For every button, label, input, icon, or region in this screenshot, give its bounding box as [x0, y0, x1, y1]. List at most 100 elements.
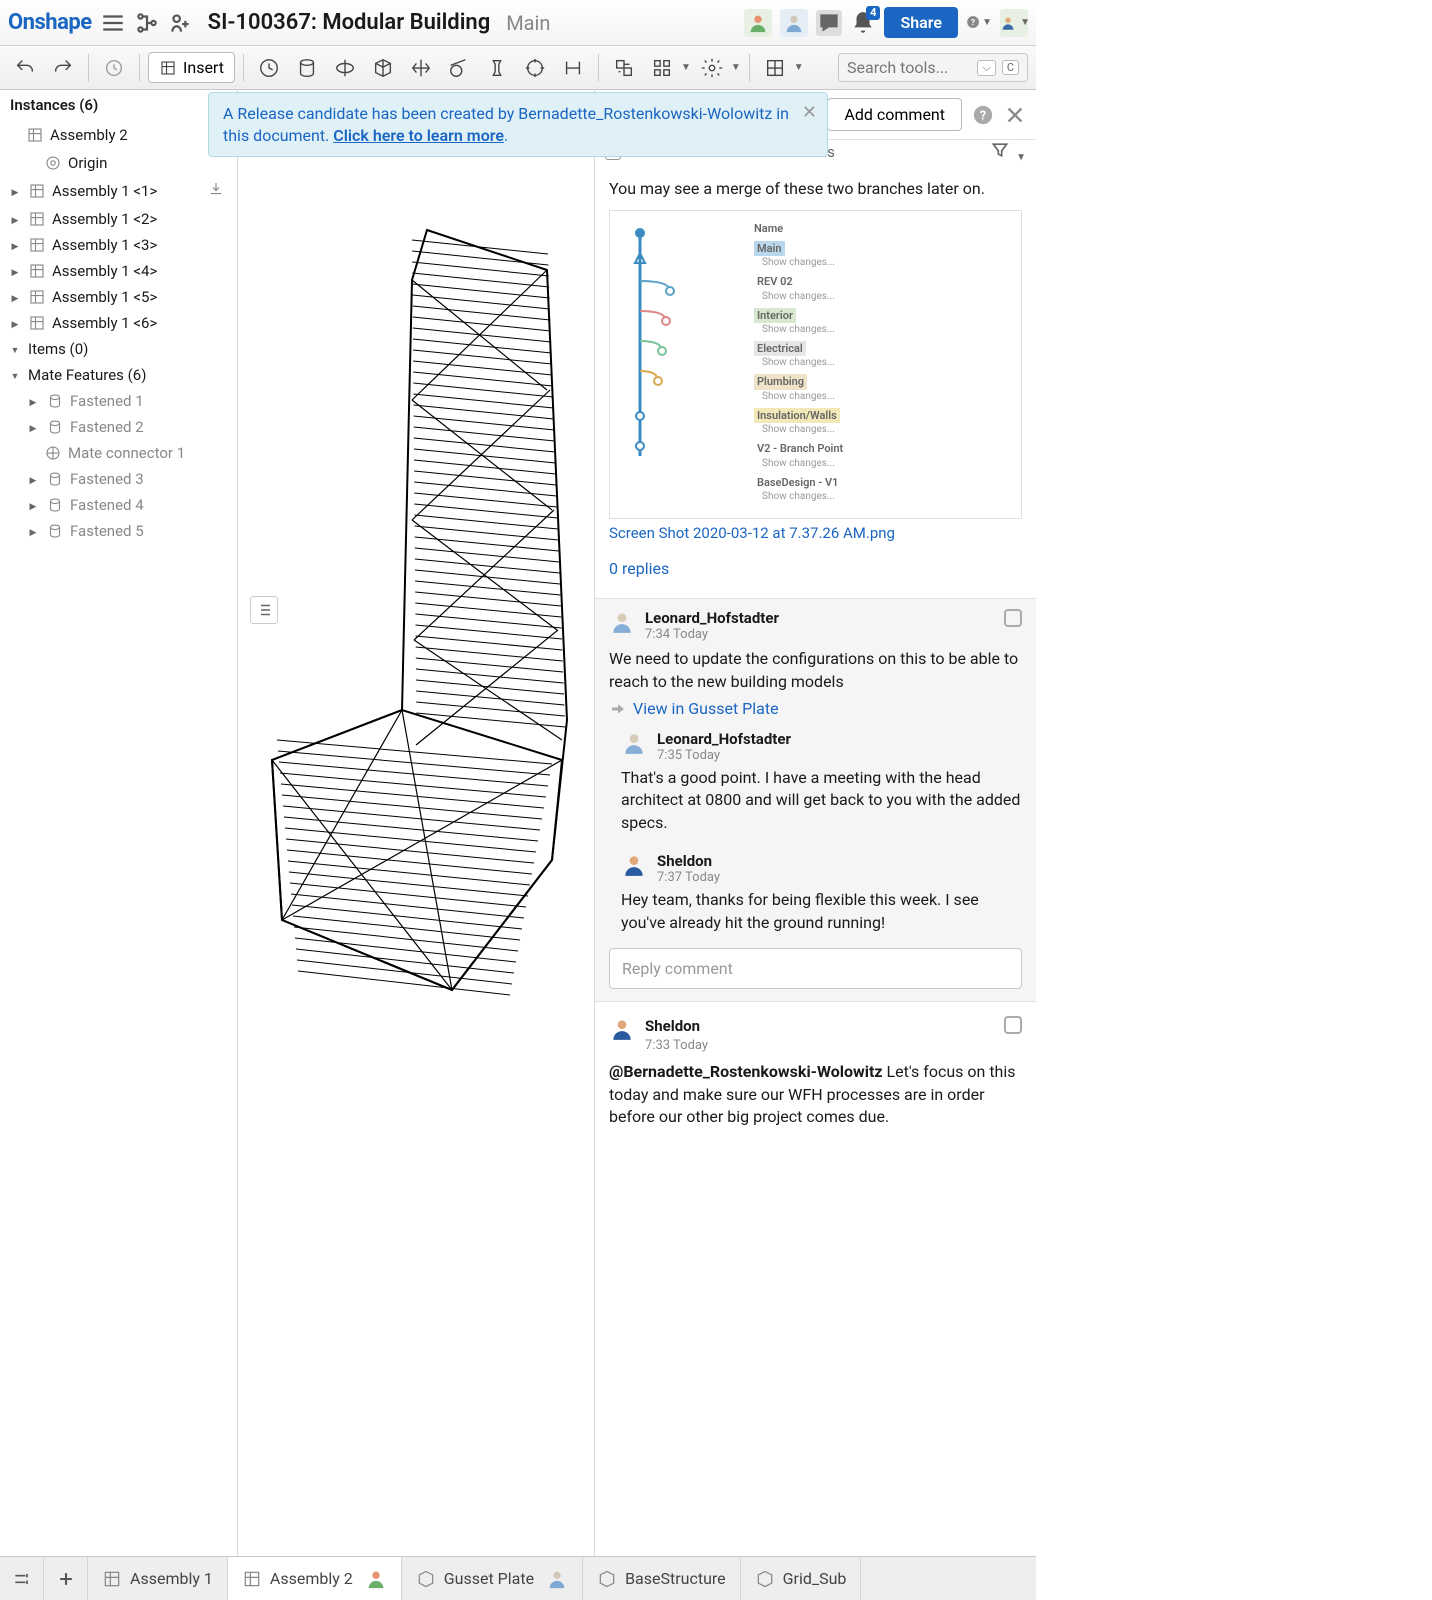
doc-title[interactable]: SI-100367: Modular Building	[208, 10, 491, 35]
tab-settings-icon[interactable]	[0, 1557, 44, 1600]
tree-assembly-1-2[interactable]: Assembly 1 <2>	[0, 206, 237, 232]
tab-user-avatar	[365, 1568, 387, 1590]
tree-fastened-1[interactable]: Fastened 1	[0, 388, 237, 414]
resolve-checkbox[interactable]	[1004, 609, 1022, 627]
bottom-tabs: Assembly 1 Assembly 2 Gusset Plate BaseS…	[0, 1556, 1036, 1600]
tool-cube-icon[interactable]	[366, 51, 400, 85]
tree-origin[interactable]: Origin	[0, 150, 237, 176]
tool-tangent-icon[interactable]	[442, 51, 476, 85]
tree-assembly-1-1[interactable]: Assembly 1 <1>	[0, 176, 237, 206]
kbd-1: ⌵	[977, 60, 995, 76]
topbar: Onshape SI-100367: Modular Building Main…	[0, 0, 1036, 46]
avatar-icon	[609, 1016, 635, 1042]
tree-assembly-1-4[interactable]: Assembly 1 <4>	[0, 258, 237, 284]
tool-cylinder-icon[interactable]	[290, 51, 324, 85]
svg-text:?: ?	[971, 18, 975, 28]
3d-canvas[interactable]: A Release candidate has been created by …	[238, 90, 594, 1556]
svg-text:?: ?	[980, 108, 986, 123]
attachment-preview[interactable]: Name MainShow changes... REV 02Show chan…	[609, 210, 1022, 519]
current-user-avatar[interactable]: ▼	[1000, 9, 1028, 37]
menu-icon[interactable]	[100, 10, 126, 36]
avatar-icon	[621, 852, 647, 878]
comment-time: 7:34 Today	[645, 627, 779, 642]
tree-fastened-3[interactable]: Fastened 3	[0, 466, 237, 492]
tree-assembly-1-3[interactable]: Assembly 1 <3>	[0, 232, 237, 258]
tool-fastener-icon[interactable]	[480, 51, 514, 85]
reply-2: Sheldon7:37 Today Hey team, thanks for b…	[595, 840, 1036, 940]
release-banner: A Release candidate has been created by …	[208, 92, 828, 157]
tab-gusset-plate[interactable]: Gusset Plate	[402, 1557, 583, 1600]
share-button[interactable]: Share	[884, 7, 958, 38]
reply-1: Leonard_Hofstadter7:35 Today That's a go…	[595, 718, 1036, 840]
tab-grid-sub[interactable]: Grid_Sub	[741, 1557, 862, 1600]
comment-top-text: You may see a merge of these two branche…	[609, 178, 1022, 200]
tool-revolve-icon[interactable]	[328, 51, 362, 85]
insert-button[interactable]: Insert	[148, 52, 235, 83]
search-tools-input[interactable]: Search tools... ⌵ C	[838, 53, 1028, 82]
resolve-checkbox[interactable]	[1004, 1016, 1022, 1034]
user-avatar-2[interactable]	[780, 9, 808, 37]
comment-icon[interactable]	[816, 10, 842, 36]
tab-assembートるembly-1[interactable]: Assembly 1	[88, 1557, 228, 1600]
tool-target-icon[interactable]	[518, 51, 552, 85]
tool-replace-icon[interactable]	[607, 51, 641, 85]
mate-features-header[interactable]: Mate Features (6)	[0, 362, 237, 388]
tool-grid-dropdown[interactable]: ▼	[758, 51, 804, 85]
commenter-name[interactable]: Leonard_Hofstadter	[645, 609, 779, 627]
logo[interactable]: Onshape	[8, 10, 92, 35]
redo-button[interactable]	[46, 51, 80, 85]
tool-pattern-dropdown[interactable]: ▼	[645, 51, 691, 85]
tab-base-structure[interactable]: BaseStructure	[583, 1557, 741, 1600]
feature-tree-sidebar: Instances (6) Assembly 2 Origin Assembly…	[0, 90, 238, 1556]
user-avatar-1[interactable]	[744, 9, 772, 37]
comment-body: We need to update the configurations on …	[595, 642, 1036, 699]
add-icon[interactable]	[168, 10, 194, 36]
tree-assembly-2[interactable]: Assembly 2	[0, 120, 237, 150]
tab-user-avatar	[546, 1568, 568, 1590]
undo-button[interactable]	[8, 51, 42, 85]
sync-icon[interactable]	[97, 51, 131, 85]
banner-link[interactable]: Click here to learn more	[333, 126, 504, 145]
attach-col-name: Name	[754, 221, 1011, 236]
tool-clock-icon[interactable]	[252, 51, 286, 85]
comments-panel: Add comment ? Receive comment notificati…	[594, 90, 1036, 1556]
canvas-list-icon[interactable]	[250, 596, 278, 624]
items-header[interactable]: Items (0)	[0, 336, 237, 362]
tree-assembly-1-6[interactable]: Assembly 1 <6>	[0, 310, 237, 336]
help-icon[interactable]: ?▼	[966, 10, 992, 36]
banner-close-icon[interactable]: ✕	[802, 101, 817, 125]
download-icon	[207, 180, 225, 202]
tree-mate-connector[interactable]: Mate connector 1	[0, 440, 237, 466]
help-icon[interactable]: ?	[972, 104, 994, 126]
avatar-icon	[621, 730, 647, 756]
replies-link[interactable]: 0 replies	[609, 558, 1022, 580]
tool-gear-dropdown[interactable]: ▼	[695, 51, 741, 85]
notification-badge: 4	[866, 6, 880, 20]
filter-icon[interactable]: ▼	[990, 140, 1026, 164]
comment-thread-1: Leonard_Hofstadter7:34 Today We need to …	[595, 598, 1036, 1002]
banner-text: A Release candidate has been created by …	[223, 104, 789, 145]
view-in-link[interactable]: View in Gusset Plate	[595, 699, 1036, 718]
insert-label: Insert	[183, 58, 224, 77]
tree-fastened-5[interactable]: Fastened 5	[0, 518, 237, 544]
tab-assembly-2[interactable]: Assembly 2	[228, 1557, 402, 1600]
mention[interactable]: @Bernadette_Rostenkowski-Wolowitz	[609, 1062, 883, 1081]
avatar-icon	[609, 609, 635, 635]
doc-branch[interactable]: Main	[506, 11, 550, 35]
add-comment-button[interactable]: Add comment	[827, 98, 962, 131]
tree-fastened-2[interactable]: Fastened 2	[0, 414, 237, 440]
notification-icon[interactable]: 4	[850, 10, 876, 36]
tree-assembly-1-5[interactable]: Assembly 1 <5>	[0, 284, 237, 310]
close-panel-icon[interactable]	[1004, 104, 1026, 126]
building-model	[252, 200, 582, 1012]
tool-move-icon[interactable]	[404, 51, 438, 85]
toolbar: Insert ▼ ▼ ▼ Search tools... ⌵ C	[0, 46, 1036, 90]
tree-fastened-4[interactable]: Fastened 4	[0, 492, 237, 518]
tool-measure-icon[interactable]	[556, 51, 590, 85]
comment-thread-2: Sheldon7:33 Today @Bernadette_Rostenkows…	[595, 1002, 1036, 1142]
instances-header[interactable]: Instances (6)	[0, 90, 237, 120]
attachment-filename[interactable]: Screen Shot 2020-03-12 at 7.37.26 AM.png	[609, 523, 1022, 544]
tab-add-icon[interactable]	[44, 1557, 88, 1600]
reply-input[interactable]: Reply comment	[609, 948, 1022, 989]
tree-icon[interactable]	[134, 10, 160, 36]
